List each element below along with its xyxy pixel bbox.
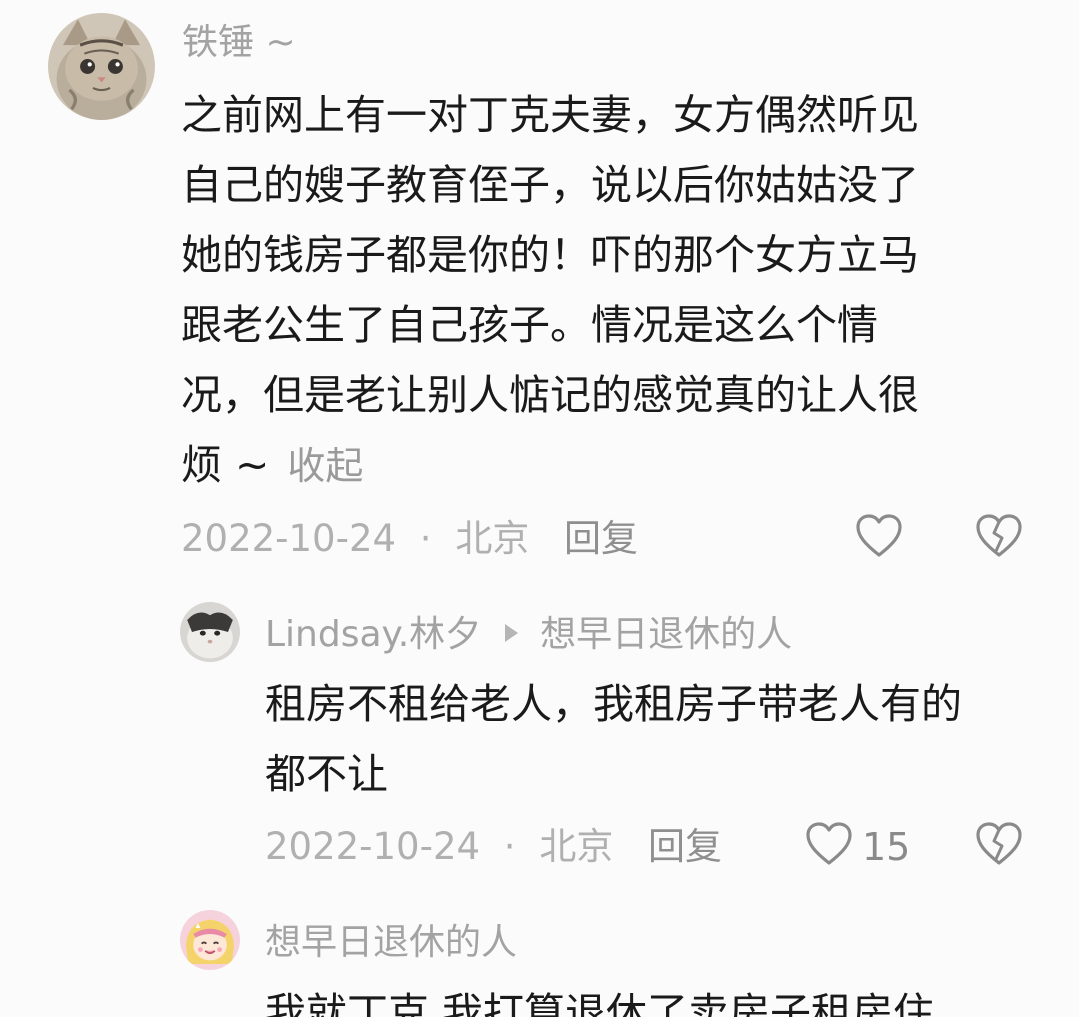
comment-line: 跟老公生了自己孩子。情况是这么个情 xyxy=(181,301,878,349)
avatar[interactable] xyxy=(48,13,155,120)
cartoon-girl-avatar-icon xyxy=(180,910,240,970)
comment-thread: 铁锤 ~ 之前网上有一对丁克夫妻，女方偶然听见 自己的嫂子教育侄子，说以后你姑姑… xyxy=(0,0,1079,1017)
cat-avatar-icon xyxy=(180,602,240,662)
reply-body: 我就丁克 我打算退休了卖房子租房住 xyxy=(265,978,934,1017)
like-count: 15 xyxy=(862,825,911,869)
reply-author[interactable]: Lindsay.林夕 xyxy=(265,614,481,655)
heart-outline-icon[interactable] xyxy=(805,821,853,867)
comment-line: 她的钱房子都是你的！吓的那个女方立马 xyxy=(181,231,919,279)
reply-location: 北京 xyxy=(539,825,614,868)
reply-line: 我就丁克 我打算退休了卖房子租房住 xyxy=(265,989,935,1017)
reply-date: 2022-10-24 xyxy=(265,825,481,868)
comment-username[interactable]: 铁锤 ~ xyxy=(182,25,296,61)
meta-separator: · xyxy=(419,517,432,560)
reply-button[interactable]: 回复 xyxy=(564,520,638,557)
comment-line: 自己的嫂子教育侄子，说以后你姑姑没了 xyxy=(181,161,919,209)
comment-line: 之前网上有一对丁克夫妻，女方偶然听见 xyxy=(181,91,919,139)
reply-arrow-icon xyxy=(505,624,519,642)
cat-avatar-icon xyxy=(48,13,155,120)
comment-location: 北京 xyxy=(455,517,530,560)
comment-line: 况，但是老让别人惦记的感觉真的让人很 xyxy=(181,371,919,419)
avatar[interactable] xyxy=(180,910,240,970)
comment-meta: 2022-10-24 · 北京 xyxy=(181,520,529,557)
broken-heart-icon[interactable] xyxy=(975,513,1023,559)
heart-outline-icon[interactable] xyxy=(855,513,903,559)
reply-body: 租房不租给老人，我租房子带老人有的 都不让 xyxy=(265,669,962,809)
comment-line: 烦 ~ xyxy=(181,441,270,489)
reply-meta: 2022-10-24 · 北京 xyxy=(265,828,613,865)
reply-target[interactable]: 想早日退休的人 xyxy=(540,614,792,655)
collapse-button[interactable]: 收起 xyxy=(287,444,363,488)
reply-line: 租房不租给老人，我租房子带老人有的 xyxy=(265,680,962,728)
comment-body: 之前网上有一对丁克夫妻，女方偶然听见 自己的嫂子教育侄子，说以后你姑姑没了 她的… xyxy=(181,80,919,501)
meta-separator: · xyxy=(503,825,516,868)
avatar[interactable] xyxy=(180,602,240,662)
reply-username: Lindsay.林夕 想早日退休的人 xyxy=(265,617,792,653)
broken-heart-icon[interactable] xyxy=(975,821,1023,867)
comment-date: 2022-10-24 xyxy=(181,517,397,560)
reply-line: 都不让 xyxy=(265,750,388,798)
reply-username[interactable]: 想早日退休的人 xyxy=(265,925,517,961)
reply-button[interactable]: 回复 xyxy=(648,828,722,865)
